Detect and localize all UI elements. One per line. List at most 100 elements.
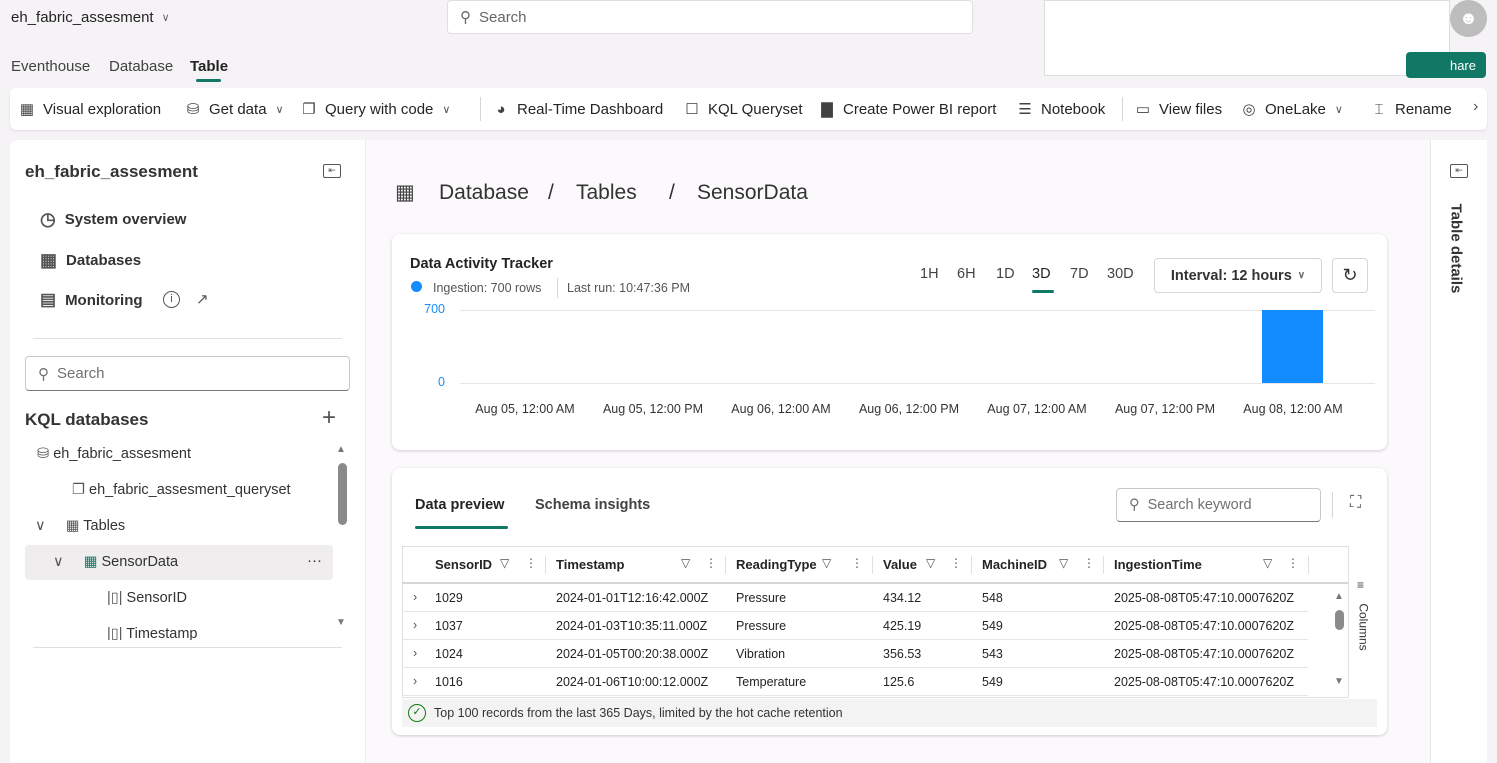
column-header-ingestiontime[interactable]: IngestionTime [1114,557,1202,572]
notebook-icon: ☰ [1018,101,1032,118]
tab-table[interactable]: Table [190,58,228,75]
nav-system-overview[interactable]: ◷ System overview [40,209,186,230]
refresh-button[interactable]: ↻ [1332,258,1368,293]
range-30d[interactable]: 30D [1107,266,1134,282]
column-menu-icon[interactable]: ⋮ [525,556,537,570]
more-options-icon[interactable]: ··· [307,552,322,569]
toolbar-button-kql-queryset[interactable]: ☐ KQL Queryset [683,97,802,121]
table-scroll-down-icon[interactable]: ▼ [1334,676,1344,687]
table-details-label[interactable]: Table details [1448,199,1465,299]
filter-icon[interactable]: ▽ [926,556,935,570]
table-cell: 434.12 [883,591,922,605]
tab-eventhouse[interactable]: Eventhouse [11,58,90,75]
filter-icon[interactable]: ▽ [1263,556,1272,570]
expand-row-icon[interactable]: › [413,590,417,604]
table-scrollbar[interactable] [1335,610,1344,630]
tree-item-queryset[interactable]: ❐ eh_fabric_assesment_queryset [72,482,291,498]
tables-icon: ▦ [65,518,80,534]
filter-icon[interactable]: ▽ [500,556,509,570]
table-cell: 2024-01-03T10:35:11.000Z [556,619,708,633]
tree-item-column[interactable]: |▯| Timestamp [107,626,197,640]
share-button[interactable]: hare [1406,52,1486,78]
tab-database[interactable]: Database [109,58,173,75]
filter-icon[interactable]: ▽ [822,556,831,570]
tab-schema-insights[interactable]: Schema insights [535,497,650,513]
external-link-icon[interactable]: ↗ [196,290,209,308]
column-header-machineid[interactable]: MachineID [982,557,1047,572]
column-header-sensorid[interactable]: SensorID [435,557,492,572]
toolbar-button-rename[interactable]: ⌶ Rename [1370,97,1452,121]
column-menu-icon[interactable]: ⋮ [950,556,962,570]
query-icon: ❐ [302,101,316,118]
avatar[interactable]: ☻ [1450,0,1487,37]
column-menu-icon[interactable]: ⋮ [1083,556,1095,570]
chevron-right-icon[interactable]: › [1473,98,1478,116]
toolbar-button-real-time-dashboard[interactable]: ◕ Real-Time Dashboard [492,97,663,121]
range-6h[interactable]: 6H [957,266,976,282]
expand-icon[interactable]: ⛶ [1350,494,1361,512]
divider [33,338,342,339]
toolbar-button-create-power-bi-report[interactable]: ▇ Create Power BI report [818,97,996,121]
table-cell: Temperature [736,675,807,689]
columns-label[interactable]: Columns [1357,603,1371,650]
info-icon[interactable]: i [163,291,180,308]
tab-data-preview[interactable]: Data preview [415,497,504,513]
tree-item-tables[interactable]: ∨ ▦ Tables [35,518,125,534]
expand-row-icon[interactable]: › [413,674,417,688]
range-1h[interactable]: 1H [920,266,939,282]
table-cell: 1029 [435,591,463,605]
toolbar-button-get-data[interactable]: ⛁ Get data ∨ [184,97,284,121]
toolbar-button-view-files[interactable]: ▭ View files [1134,97,1222,121]
table-cell: 2024-01-06T10:00:12.000Z [556,675,709,689]
chevron-down-icon: ∨ [161,12,170,24]
breadcrumb-database[interactable]: Database [439,181,529,205]
collapse-panel-icon[interactable]: ⇤ [323,164,341,178]
breadcrumb-tables[interactable]: Tables [576,181,637,205]
toolbar-button-query-with-code[interactable]: ❐ Query with code ∨ [300,97,450,121]
gridline [460,383,1375,384]
workspace-switcher[interactable]: eh_fabric_assesment ∨ [11,9,170,26]
toolbar-label: Create Power BI report [843,100,997,118]
column-menu-icon[interactable]: ⋮ [851,556,863,570]
toolbar-button-visual-exploration[interactable]: ▦ Visual exploration [18,97,161,121]
column-menu-icon[interactable]: ⋮ [1287,556,1299,570]
table-cell: 125.6 [883,675,915,689]
scroll-up-icon[interactable]: ▲ [336,444,346,455]
range-3d[interactable]: 3D [1032,266,1051,282]
toolbar-divider [480,97,481,121]
share-label: hare [1449,58,1476,73]
nav-monitoring[interactable]: ▤ Monitoring [40,290,143,310]
column-header-value[interactable]: Value [883,557,917,572]
toolbar-label: Rename [1395,100,1452,118]
add-database-icon[interactable]: + [322,404,336,432]
column-header-timestamp[interactable]: Timestamp [556,557,624,572]
global-search-input[interactable]: ⚲ Search [447,0,973,34]
toolbar-button-onelake[interactable]: ◎ OneLake ∨ [1240,97,1343,121]
toolbar-label: Query with code [325,100,434,118]
range-1d[interactable]: 1D [996,266,1015,282]
chevron-down-icon: ∨ [1297,270,1306,281]
filter-icon[interactable]: ▽ [1059,556,1068,570]
expand-row-icon[interactable]: › [413,646,417,660]
table-scroll-up-icon[interactable]: ▲ [1334,591,1344,602]
range-7d[interactable]: 7D [1070,266,1089,282]
toolbar-button-notebook[interactable]: ☰ Notebook [1016,97,1105,121]
column-header-readingtype[interactable]: ReadingType [736,557,817,572]
collapse-right-panel-icon[interactable]: ⇤ [1450,164,1468,178]
tree-scrollbar[interactable] [338,463,347,525]
sidebar-search-input[interactable]: ⚲ Search [25,356,350,391]
toolbar-label: View files [1159,100,1223,118]
monitor-icon: ▤ [40,290,57,309]
nav-databases[interactable]: ▦ Databases [40,250,141,271]
keyword-search-input[interactable]: ⚲ Search keyword [1116,488,1321,522]
filter-icon[interactable]: ▽ [681,556,690,570]
divider [1332,492,1333,518]
tree-item-column[interactable]: |▯| SensorID [107,590,187,606]
column-menu-icon[interactable]: ⋮ [705,556,717,570]
interval-dropdown[interactable]: Interval: 12 hours ∨ [1154,258,1322,293]
scroll-down-icon[interactable]: ▼ [336,617,346,628]
expand-row-icon[interactable]: › [413,618,417,632]
last-run-label: Last run: 10:47:36 PM [567,281,690,295]
active-tab-underline [196,79,221,82]
tree-item-database[interactable]: ⛁ eh_fabric_assesment [37,446,191,462]
